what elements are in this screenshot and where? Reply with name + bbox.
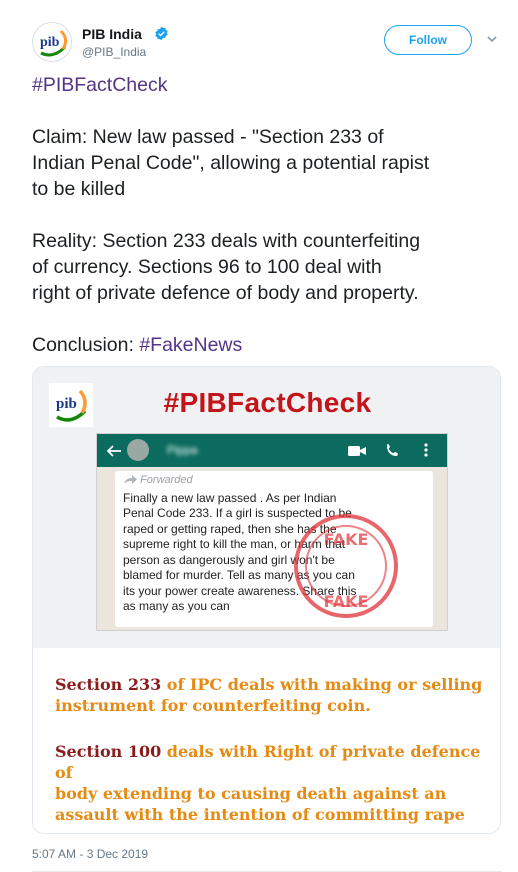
handle[interactable]: @PIB_India	[82, 45, 146, 59]
reality-line: Reality: Section 233 deals with counterf…	[32, 230, 421, 252]
fake-stamp-icon: FAKE FAKE	[294, 514, 398, 618]
contact-avatar	[127, 439, 149, 461]
pib-logo-icon: pib	[33, 23, 71, 61]
forwarded-label: Forwarded	[123, 473, 425, 489]
tweet-header: pib PIB India @PIB_India Follow	[32, 18, 502, 66]
claim-line: Indian Penal Code", allowing a potential…	[32, 152, 430, 174]
claim-line: Claim: New law passed - "Section 233 of	[32, 126, 384, 148]
section-233-ref: Section 233	[55, 675, 162, 694]
video-call-icon	[348, 446, 366, 456]
chevron-down-icon[interactable]	[485, 32, 499, 46]
forward-arrow-icon	[124, 475, 137, 485]
message-line: Finally a new law passed . As per Indian	[123, 490, 337, 505]
claim-line: to be killed	[32, 178, 126, 200]
conclusion-label: Conclusion:	[32, 334, 140, 356]
reality-line: right of private defence of body and pro…	[32, 282, 419, 304]
verified-badge-icon	[155, 26, 168, 41]
contact-name: Pippa	[167, 443, 198, 457]
back-arrow-icon	[106, 445, 121, 457]
section-100-text: Section 100 deals with Right of private …	[55, 742, 481, 824]
media-card[interactable]: pib #PIBFactCheck Pippa Forwarded Finall…	[32, 366, 501, 834]
hashtag-paragraph: #PIBFactCheck	[32, 72, 502, 98]
section-100-ref: Section 100	[55, 742, 162, 761]
svg-text:pib: pib	[40, 35, 60, 50]
follow-button[interactable]: Follow	[384, 25, 472, 55]
svg-text:FAKE: FAKE	[324, 592, 369, 611]
whatsapp-chat-area: Forwarded Finally a new law passed . As …	[97, 467, 447, 630]
tweet-text: #PIBFactCheck Claim: New law passed - "S…	[32, 72, 502, 384]
conclusion-paragraph: Conclusion: #FakeNews	[32, 332, 502, 358]
claim-paragraph: Claim: New law passed - "Section 233 of …	[32, 124, 502, 202]
reality-paragraph: Reality: Section 233 deals with counterf…	[32, 228, 502, 306]
display-name[interactable]: PIB India	[82, 26, 142, 42]
fakenews-hashtag-link[interactable]: #FakeNews	[139, 334, 242, 356]
tweet-timestamp[interactable]: 5:07 AM - 3 Dec 2019	[32, 847, 148, 861]
avatar[interactable]: pib	[32, 22, 72, 62]
card-title: #PIBFactCheck	[163, 387, 372, 418]
section-explanations: Section 233 of IPC deals with making or …	[33, 648, 500, 833]
phone-call-icon	[387, 444, 398, 456]
reality-line: of currency. Sections 96 to 100 deal wit…	[32, 256, 382, 278]
section-233-text: Section 233 of IPC deals with making or …	[55, 675, 483, 715]
hashtag-link[interactable]: #PIBFactCheck	[32, 74, 167, 96]
fact-check-image[interactable]: pib #PIBFactCheck Pippa Forwarded Finall…	[33, 367, 500, 648]
whatsapp-top-bar: Pippa	[97, 434, 447, 467]
svg-text:FAKE: FAKE	[324, 530, 369, 549]
more-options-icon	[424, 443, 428, 457]
whatsapp-screenshot: Pippa Forwarded Finally a new law passed…	[97, 434, 447, 630]
